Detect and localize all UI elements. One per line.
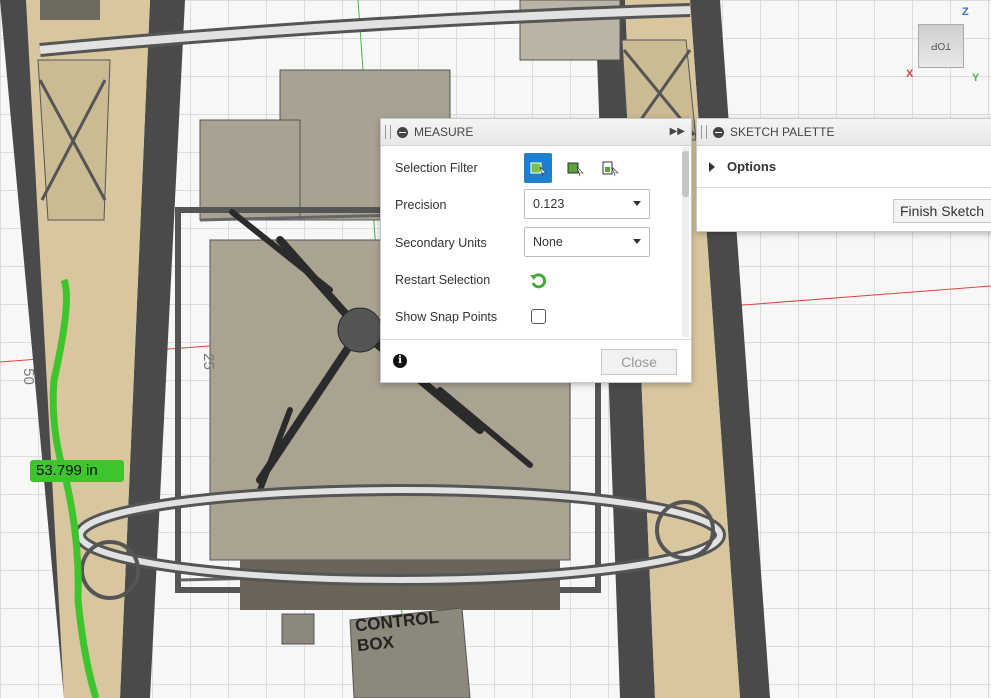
divider xyxy=(697,187,991,188)
secondary-units-dropdown[interactable]: None xyxy=(524,227,650,257)
select-face-icon xyxy=(530,162,547,177)
finish-sketch-button[interactable]: Finish Sketch xyxy=(893,199,991,223)
precision-label: Precision xyxy=(395,198,447,212)
measure-header[interactable]: MEASURE ▶▶ xyxy=(381,119,691,146)
sketch-palette-header[interactable]: SKETCH PALETTE xyxy=(697,119,991,146)
precision-dropdown[interactable]: 0.123 xyxy=(524,189,650,219)
axis-z-label: Z xyxy=(962,6,969,18)
collapse-icon[interactable] xyxy=(397,126,408,138)
drag-grip-icon[interactable] xyxy=(385,125,391,139)
select-face-button[interactable] xyxy=(524,153,552,183)
secondary-units-value: None xyxy=(533,235,563,249)
chevron-down-icon xyxy=(633,201,641,206)
collapse-icon[interactable] xyxy=(713,126,724,138)
restart-selection-button[interactable] xyxy=(524,265,552,295)
chevron-down-icon xyxy=(633,239,641,244)
info-icon[interactable]: i xyxy=(393,354,407,368)
select-body-button[interactable] xyxy=(561,153,589,183)
measure-title: MEASURE xyxy=(414,125,474,139)
select-body-icon xyxy=(567,162,584,177)
select-component-icon xyxy=(602,161,619,177)
measure-footer: i Close xyxy=(381,339,691,382)
sketch-palette-title: SKETCH PALETTE xyxy=(730,125,835,139)
precision-value: 0.123 xyxy=(533,197,565,211)
show-snap-points-label: Show Snap Points xyxy=(395,310,498,324)
view-cube-face[interactable]: TOP xyxy=(918,24,964,68)
measure-scrollbar[interactable] xyxy=(682,147,689,337)
expand-triangle-icon xyxy=(709,161,715,172)
restart-selection-label: Restart Selection xyxy=(395,273,491,287)
measure-panel: MEASURE ▶▶ Selection Filter Precision 0.… xyxy=(380,118,692,383)
sketch-dimension-25: 25 xyxy=(199,353,217,370)
dimension-label[interactable]: 53.799 in xyxy=(36,462,98,479)
secondary-units-label: Secondary Units xyxy=(395,236,487,250)
expand-icon[interactable]: ▶▶ xyxy=(670,126,685,137)
options-section-toggle[interactable]: Options xyxy=(709,159,776,174)
select-component-button[interactable] xyxy=(597,153,625,183)
drag-grip-icon[interactable] xyxy=(701,125,707,139)
close-button[interactable]: Close xyxy=(601,349,677,375)
sketch-palette-panel: SKETCH PALETTE Options Finish Sketch xyxy=(696,118,991,232)
axis-x-label: X xyxy=(906,68,914,80)
options-label: Options xyxy=(727,159,777,174)
view-cube[interactable]: TOP Z X Y xyxy=(906,6,988,86)
dimension-value: 53.799 in xyxy=(36,462,98,479)
selection-filter-label: Selection Filter xyxy=(395,161,478,175)
scrollbar-thumb[interactable] xyxy=(682,151,689,197)
show-snap-points-checkbox[interactable] xyxy=(531,309,546,324)
axis-y-label: Y xyxy=(972,72,980,84)
sketch-dimension-50: 50 xyxy=(19,368,37,385)
restart-arrow-icon xyxy=(530,273,547,289)
